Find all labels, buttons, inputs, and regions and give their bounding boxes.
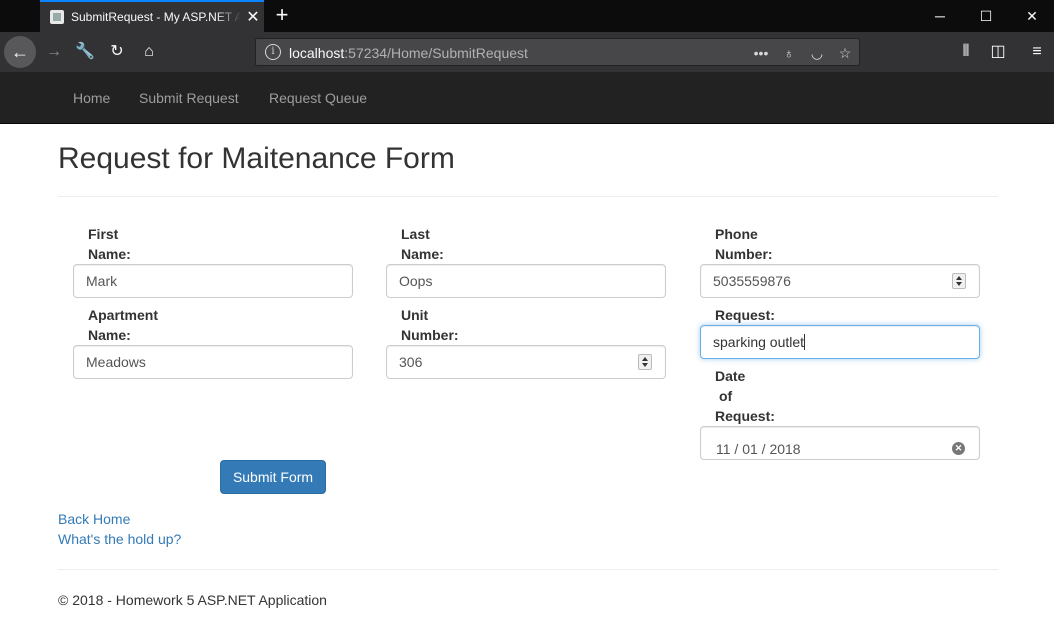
nav-request-queue-link[interactable]: Request Queue bbox=[269, 90, 367, 106]
text-cursor bbox=[804, 334, 806, 351]
phone-number-input[interactable]: 5035559876 bbox=[700, 264, 980, 298]
url-bar[interactable]: i localhost:57234/Home/SubmitRequest •••… bbox=[255, 38, 860, 66]
lightbulb-icon[interactable]: ♁ bbox=[778, 42, 800, 64]
new-tab-icon[interactable]: + bbox=[270, 2, 294, 30]
unit-number-value: 306 bbox=[399, 354, 423, 370]
back-arrow-icon[interactable]: ← bbox=[4, 36, 36, 68]
site-info-icon[interactable]: i bbox=[265, 44, 281, 60]
bookmark-star-icon[interactable]: ☆ bbox=[834, 42, 856, 64]
apartment-name-input[interactable]: Meadows bbox=[73, 345, 353, 379]
phone-number-label: Phone Number: bbox=[715, 226, 773, 262]
menu-icon[interactable]: ≡ bbox=[1021, 36, 1053, 68]
request-label: Request: bbox=[715, 307, 775, 323]
page-actions-icon[interactable]: ••• bbox=[750, 42, 772, 64]
browser-tab[interactable]: SubmitRequest - My ASP.NET Application ✕ bbox=[40, 0, 264, 32]
tab-title: SubmitRequest - My ASP.NET Application bbox=[71, 10, 241, 24]
first-name-input[interactable]: Mark bbox=[73, 264, 353, 298]
footer-divider bbox=[58, 569, 998, 570]
nav-submit-request-link[interactable]: Submit Request bbox=[139, 90, 239, 106]
back-home-link[interactable]: Back Home bbox=[58, 511, 130, 527]
sidebar-icon[interactable]: ◫ bbox=[982, 36, 1014, 68]
phone-number-spinner-icon[interactable] bbox=[952, 273, 966, 289]
clear-date-icon[interactable]: ✕ bbox=[952, 442, 965, 455]
browser-tab-bar: SubmitRequest - My ASP.NET Application ✕… bbox=[0, 0, 1054, 32]
request-value: sparking outlet bbox=[713, 334, 805, 350]
request-input[interactable]: sparking outlet bbox=[700, 325, 980, 359]
unit-number-label: Unit Number: bbox=[401, 307, 459, 343]
window-close-icon[interactable]: ✕ bbox=[1009, 0, 1054, 32]
phone-number-value: 5035559876 bbox=[713, 273, 791, 289]
nav-home-link[interactable]: Home bbox=[73, 90, 110, 106]
forward-arrow-icon[interactable]: → bbox=[38, 36, 70, 68]
wrench-icon[interactable]: 🔧 bbox=[69, 36, 101, 68]
date-of-request-label: Date of Request: bbox=[715, 368, 775, 424]
footer-text: © 2018 - Homework 5 ASP.NET Application bbox=[58, 592, 327, 608]
first-name-label: First Name: bbox=[88, 226, 131, 262]
unit-number-spinner-icon[interactable] bbox=[638, 354, 652, 370]
date-value: 11 / 01 / 2018 bbox=[716, 441, 801, 457]
date-of-request-input[interactable]: 11 / 01 / 2018 ✕ bbox=[700, 426, 980, 460]
reload-icon[interactable]: ↻ bbox=[101, 36, 133, 68]
minimize-icon[interactable]: ─ bbox=[917, 0, 963, 32]
home-icon[interactable]: ⌂ bbox=[133, 36, 165, 68]
library-icon[interactable]: ⫴ bbox=[950, 36, 982, 68]
pocket-icon[interactable]: ◡ bbox=[806, 42, 828, 64]
last-name-label: Last Name: bbox=[401, 226, 444, 262]
page-favicon-icon bbox=[50, 10, 64, 24]
unit-number-input[interactable]: 306 bbox=[386, 345, 666, 379]
divider bbox=[58, 196, 998, 197]
whats-the-hold-up-link[interactable]: What's the hold up? bbox=[58, 531, 181, 547]
submit-form-button[interactable]: Submit Form bbox=[220, 460, 326, 494]
page-title: Request for Maitenance Form bbox=[58, 142, 455, 175]
tab-close-icon[interactable]: ✕ bbox=[245, 7, 261, 27]
maximize-icon[interactable]: ☐ bbox=[963, 0, 1009, 32]
last-name-input[interactable]: Oops bbox=[386, 264, 666, 298]
site-navbar: Home Submit Request Request Queue bbox=[0, 72, 1054, 124]
apartment-name-label: Apartment Name: bbox=[88, 307, 159, 343]
url-text: localhost:57234/Home/SubmitRequest bbox=[289, 45, 528, 61]
